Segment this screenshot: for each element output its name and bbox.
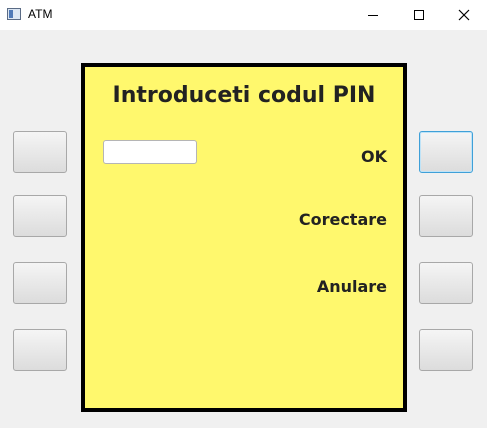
minimize-icon [368, 14, 378, 16]
cancel-side-button[interactable] [419, 262, 473, 304]
window-title: ATM [28, 7, 53, 21]
correct-label: Corectare [298, 210, 387, 229]
screen-title: Introduceti codul PIN [112, 83, 376, 108]
ok-side-button[interactable] [419, 131, 473, 173]
left-side-button-3[interactable] [13, 262, 67, 304]
close-button[interactable] [441, 0, 487, 30]
left-side-button-1[interactable] [13, 131, 67, 173]
title-bar: ATM [0, 0, 487, 30]
maximize-button[interactable] [396, 0, 442, 30]
left-side-button-2[interactable] [13, 195, 67, 237]
pin-input[interactable] [103, 140, 197, 164]
left-side-button-4[interactable] [13, 329, 67, 371]
correct-side-button[interactable] [419, 195, 473, 237]
right-side-button-4[interactable] [419, 329, 473, 371]
cancel-label: Anulare [316, 277, 387, 296]
atm-window: ATM Introduceti codul PIN OK Corectare A… [0, 0, 487, 428]
minimize-button[interactable] [350, 0, 396, 30]
maximize-icon [414, 10, 424, 20]
app-window-icon [7, 8, 21, 20]
ok-label: OK [361, 147, 387, 166]
atm-screen: Introduceti codul PIN OK Corectare Anula… [81, 63, 407, 412]
close-icon [458, 9, 470, 21]
